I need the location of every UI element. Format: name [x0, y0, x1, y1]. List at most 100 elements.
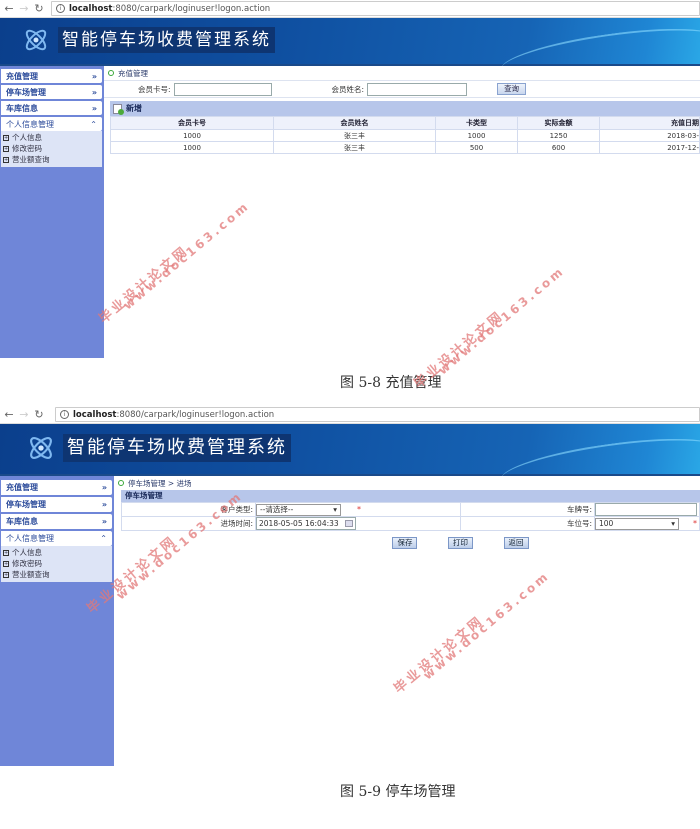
sidebar-item-parking[interactable]: 停车场管理 »	[1, 497, 112, 512]
back-arrow-icon[interactable]: ←	[3, 408, 15, 421]
expand-box-icon: +	[3, 145, 9, 152]
column-header[interactable]: 充值日期	[599, 116, 700, 130]
submenu-label: 个人信息	[12, 548, 42, 557]
address-bar[interactable]: i localhost :8080/carpark/loginuser!logo…	[51, 1, 700, 16]
main-content: 充值管理 会员卡号: 会员姓名: 查询 新增 会员卡号 会员姓名 卡类型 实际金…	[104, 66, 700, 358]
expand-box-icon: +	[3, 560, 9, 567]
reload-icon[interactable]: ↻	[33, 2, 45, 15]
double-chevron-right-icon: »	[91, 87, 97, 97]
figure-caption-5-9: 图 5-9 停车场管理	[340, 784, 456, 800]
submenu-item-password[interactable]: + 修改密码	[3, 558, 112, 569]
expand-box-icon: +	[3, 156, 9, 163]
reload-icon[interactable]: ↻	[33, 408, 45, 421]
submenu-item-revenue[interactable]: + 营业额查询	[3, 154, 102, 165]
recharge-table: 会员卡号 会员姓名 卡类型 实际金额 充值日期 1000 张三丰 1000 12…	[110, 116, 700, 154]
atom-logo-icon	[25, 29, 47, 51]
sidebar-item-parking[interactable]: 停车场管理 »	[1, 85, 102, 99]
breadcrumb-text: 充值管理	[118, 68, 148, 78]
table-cell: 2018-03-	[599, 129, 700, 142]
submenu-label: 修改密码	[12, 559, 42, 568]
app-banner: 智能停车场收费管理系统	[0, 424, 700, 500]
table-cell: 1250	[517, 129, 600, 142]
sidebar-item-label: 停车场管理	[6, 87, 46, 97]
calendar-icon[interactable]	[345, 520, 353, 527]
sidebar-item-personal[interactable]: 个人信息管理 ⌃	[1, 531, 112, 546]
sidebar-item-label: 个人信息管理	[6, 119, 54, 129]
back-button[interactable]: 返回	[503, 537, 529, 549]
required-mark: *	[693, 518, 697, 528]
column-header[interactable]: 会员卡号	[110, 116, 274, 130]
app-title: 智能停车场收费管理系统	[63, 434, 291, 462]
sidebar-item-personal[interactable]: 个人信息管理 ⌃	[1, 117, 102, 131]
table-cell: 500	[435, 141, 518, 154]
column-header[interactable]: 实际金额	[517, 116, 600, 130]
double-chevron-right-icon: »	[101, 483, 107, 492]
sidebar-item-recharge[interactable]: 充值管理 »	[1, 480, 112, 495]
member-name-label: 会员姓名:	[331, 84, 365, 94]
plate-number-label: 车牌号:	[460, 502, 595, 517]
table-cell: 1000	[435, 129, 518, 142]
app-title: 智能停车场收费管理系统	[58, 27, 275, 53]
url-host: localhost	[73, 409, 117, 420]
customer-type-select[interactable]: --请选择-- ▾	[256, 503, 341, 516]
info-icon[interactable]: i	[60, 410, 69, 419]
query-button[interactable]: 查询	[497, 83, 527, 95]
info-icon[interactable]: i	[56, 4, 65, 13]
table-row[interactable]: 1000 张三丰 1000 1250 2018-03-	[110, 129, 700, 142]
double-chevron-right-icon: »	[101, 517, 107, 526]
chevron-up-icon: ⌃	[90, 119, 97, 129]
plate-number-cell	[594, 502, 700, 517]
sidebar-item-label: 车库信息	[6, 103, 38, 113]
sidebar-item-label: 充值管理	[6, 483, 38, 492]
double-chevron-right-icon: »	[91, 71, 97, 81]
sidebar-item-recharge[interactable]: 充值管理 »	[1, 69, 102, 83]
submenu-item-profile[interactable]: + 个人信息	[3, 547, 112, 558]
sidebar-item-garage[interactable]: 车库信息 »	[1, 514, 112, 529]
submenu-item-password[interactable]: + 修改密码	[3, 143, 102, 154]
submenu-item-profile[interactable]: + 个人信息	[3, 132, 102, 143]
customer-type-label: 客户类型:	[121, 502, 256, 517]
table-row[interactable]: 1000 张三丰 500 600 2017-12-	[110, 141, 700, 154]
screenshot-parking: ← → ↻ i localhost :8080/carpark/loginuse…	[0, 406, 700, 768]
form-row: 客户类型: --请选择-- ▾ * 车牌号:	[121, 502, 700, 517]
sidebar-item-label: 个人信息管理	[6, 534, 54, 543]
dropdown-arrow-icon: ▾	[671, 519, 675, 528]
entry-time-cell: 2018-05-05 16:04:33	[255, 516, 461, 531]
sidebar-submenu: + 个人信息 + 修改密码 + 营业额查询	[1, 131, 102, 167]
submenu-label: 营业额查询	[12, 155, 50, 164]
main-content: 停车场管理 > 进场 停车场管理 客户类型: --请选择-- ▾ * 车牌号: 进场…	[114, 476, 700, 766]
select-value: --请选择--	[260, 505, 294, 514]
print-button[interactable]: 打印	[448, 537, 473, 549]
expand-box-icon: +	[3, 571, 9, 578]
app-banner: 智能停车场收费管理系统	[0, 18, 700, 90]
forward-arrow-icon[interactable]: →	[18, 2, 30, 15]
address-bar[interactable]: i localhost :8080/carpark/loginuser!logo…	[55, 407, 700, 422]
status-dot-icon	[108, 70, 114, 76]
card-number-input[interactable]	[173, 82, 272, 96]
back-arrow-icon[interactable]: ←	[3, 2, 15, 15]
breadcrumb: 充值管理	[104, 66, 700, 80]
column-header[interactable]: 卡类型	[435, 116, 518, 130]
submenu-label: 个人信息	[12, 133, 42, 142]
member-name-input[interactable]	[367, 82, 468, 96]
double-chevron-right-icon: »	[101, 500, 107, 509]
plate-number-input[interactable]	[595, 503, 697, 516]
entry-time-input[interactable]: 2018-05-05 16:04:33	[256, 517, 356, 530]
column-header[interactable]: 会员姓名	[273, 116, 436, 130]
sidebar-item-label: 车库信息	[6, 517, 38, 526]
add-new-label: 新增	[126, 104, 142, 113]
form-section-title: 停车场管理	[121, 490, 700, 502]
submenu-item-revenue[interactable]: + 营业额查询	[3, 569, 112, 580]
sidebar-item-garage[interactable]: 车库信息 »	[1, 101, 102, 115]
slot-number-select[interactable]: 100 ▾	[595, 517, 679, 530]
table-header-row: 会员卡号 会员姓名 卡类型 实际金额 充值日期	[110, 116, 700, 130]
expand-box-icon: +	[3, 134, 9, 141]
save-button[interactable]: 保存	[392, 537, 418, 549]
url-path: :8080/carpark/loginuser!logon.action	[112, 3, 271, 14]
sidebar: 充值管理» 停车场管理» 车库信息» 个人信息管理 ⌃ + 个人信息 + 修改密码 +…	[0, 66, 104, 358]
form-actions: 保存 打印 返回	[121, 537, 700, 549]
add-new-bar[interactable]: 新增	[110, 101, 700, 116]
forward-arrow-icon[interactable]: →	[18, 408, 30, 421]
entry-time-value: 2018-05-05 16:04:33	[259, 519, 339, 528]
table-cell: 1000	[110, 129, 274, 142]
